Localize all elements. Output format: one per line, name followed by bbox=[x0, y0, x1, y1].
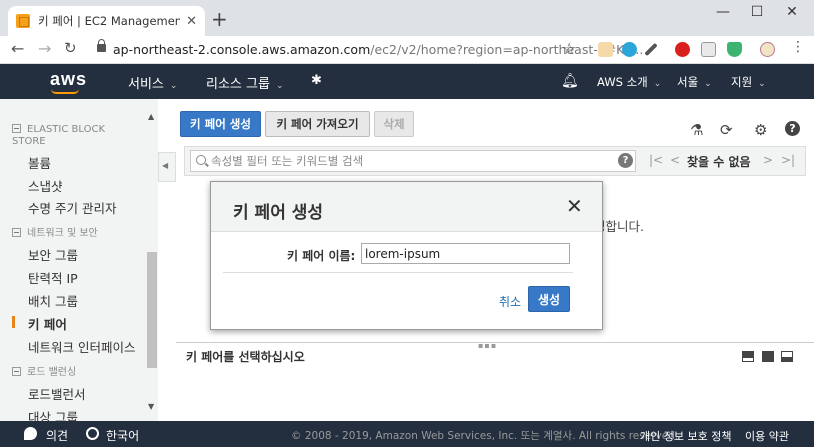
pin-icon[interactable]: ✱ bbox=[311, 73, 322, 88]
chevron-down-icon: ⌄ bbox=[704, 79, 712, 89]
dialog-close-icon[interactable]: ✕ bbox=[566, 196, 583, 216]
key-pair-name-input[interactable] bbox=[361, 243, 570, 264]
aws-logo-smile-icon bbox=[51, 89, 79, 94]
feedback-link[interactable]: 의견 bbox=[46, 427, 68, 444]
resource-groups-menu[interactable]: 리소스 그룹 ⌄ bbox=[206, 73, 283, 92]
services-label: 서비스 bbox=[128, 77, 164, 92]
account-label: AWS 소개 bbox=[597, 75, 648, 89]
aws-logo[interactable]: aws bbox=[50, 69, 87, 90]
extension-blue-icon[interactable] bbox=[622, 42, 637, 57]
new-tab-icon[interactable]: + bbox=[211, 9, 228, 29]
notification-bell-icon[interactable]: 🔔︎ bbox=[561, 73, 579, 89]
tab-title: 키 페어 | EC2 Management Con bbox=[38, 14, 181, 28]
language-selector[interactable]: 한국어 bbox=[106, 427, 139, 444]
url-host: ap-northeast-2.console.aws.amazon.com bbox=[113, 42, 371, 57]
globe-icon bbox=[86, 427, 99, 440]
create-key-pair-dialog: 키 페어 생성 ✕ 키 페어 이름: 취소 생성 bbox=[210, 181, 603, 330]
back-icon[interactable]: ← bbox=[11, 39, 24, 58]
region-menu[interactable]: 서울 ⌄ bbox=[677, 74, 712, 90]
forward-icon[interactable]: → bbox=[38, 39, 51, 58]
cancel-link[interactable]: 취소 bbox=[499, 293, 521, 310]
browser-tab-bar: 키 페어 | EC2 Management Con ✕ + — ☐ ✕ bbox=[0, 0, 814, 36]
extension-eyedropper-icon[interactable] bbox=[644, 42, 658, 57]
resource-groups-label: 리소스 그룹 bbox=[206, 77, 270, 92]
dialog-title: 키 페어 생성 bbox=[233, 203, 324, 223]
browser-nav-bar: ← → ↻ ap-northeast-2.console.aws.amazon.… bbox=[0, 36, 814, 64]
chevron-down-icon: ⌄ bbox=[275, 81, 284, 91]
aws-header: aws 서비스 ⌄ 리소스 그룹 ⌄ ✱ 🔔︎ AWS 소개 ⌄ 서울 ⌄ 지원 ⌄ bbox=[0, 64, 814, 99]
support-label: 지원 bbox=[731, 75, 753, 89]
chevron-down-icon: ⌄ bbox=[758, 79, 766, 89]
create-button[interactable]: 생성 bbox=[528, 286, 570, 312]
aws-footer: 의견 한국어 © 2008 - 2019, Amazon Web Service… bbox=[0, 421, 814, 447]
extension-java-icon[interactable] bbox=[598, 42, 613, 57]
minimize-icon[interactable]: — bbox=[708, 4, 738, 20]
maximize-icon[interactable]: ☐ bbox=[742, 4, 772, 20]
extension-adblock-icon[interactable] bbox=[675, 42, 690, 57]
copyright-text: © 2008 - 2019, Amazon Web Services, Inc.… bbox=[291, 430, 679, 442]
browser-menu-icon[interactable]: ⋮ bbox=[791, 39, 805, 55]
services-menu[interactable]: 서비스 ⌄ bbox=[128, 73, 177, 92]
lock-icon bbox=[97, 39, 106, 52]
window-close-icon[interactable]: ✕ bbox=[777, 4, 807, 20]
region-label: 서울 bbox=[677, 75, 699, 89]
profile-avatar-icon[interactable] bbox=[760, 42, 775, 57]
browser-tab[interactable]: 키 페어 | EC2 Management Con ✕ bbox=[8, 6, 205, 36]
extension-window-icon[interactable] bbox=[701, 42, 716, 57]
chevron-down-icon: ⌄ bbox=[653, 79, 662, 89]
reload-icon[interactable]: ↻ bbox=[64, 39, 77, 57]
support-menu[interactable]: 지원 ⌄ bbox=[731, 74, 766, 90]
account-menu[interactable]: AWS 소개 ⌄ bbox=[597, 74, 661, 90]
terms-link[interactable]: 이용 약관 bbox=[745, 428, 789, 444]
extension-shield-icon[interactable] bbox=[727, 42, 742, 57]
aws-favicon-icon bbox=[16, 14, 30, 28]
bookmark-star-icon[interactable]: ☆ bbox=[562, 39, 576, 58]
feedback-bubble-icon bbox=[24, 427, 37, 440]
dialog-header: 키 페어 생성 ✕ bbox=[211, 182, 602, 232]
chevron-down-icon: ⌄ bbox=[169, 81, 178, 91]
privacy-policy-link[interactable]: 개인 정보 보호 정책 bbox=[640, 428, 731, 444]
tab-close-icon[interactable]: ✕ bbox=[186, 14, 197, 29]
dialog-divider bbox=[223, 272, 573, 273]
key-pair-name-label: 키 페어 이름: bbox=[287, 249, 356, 263]
